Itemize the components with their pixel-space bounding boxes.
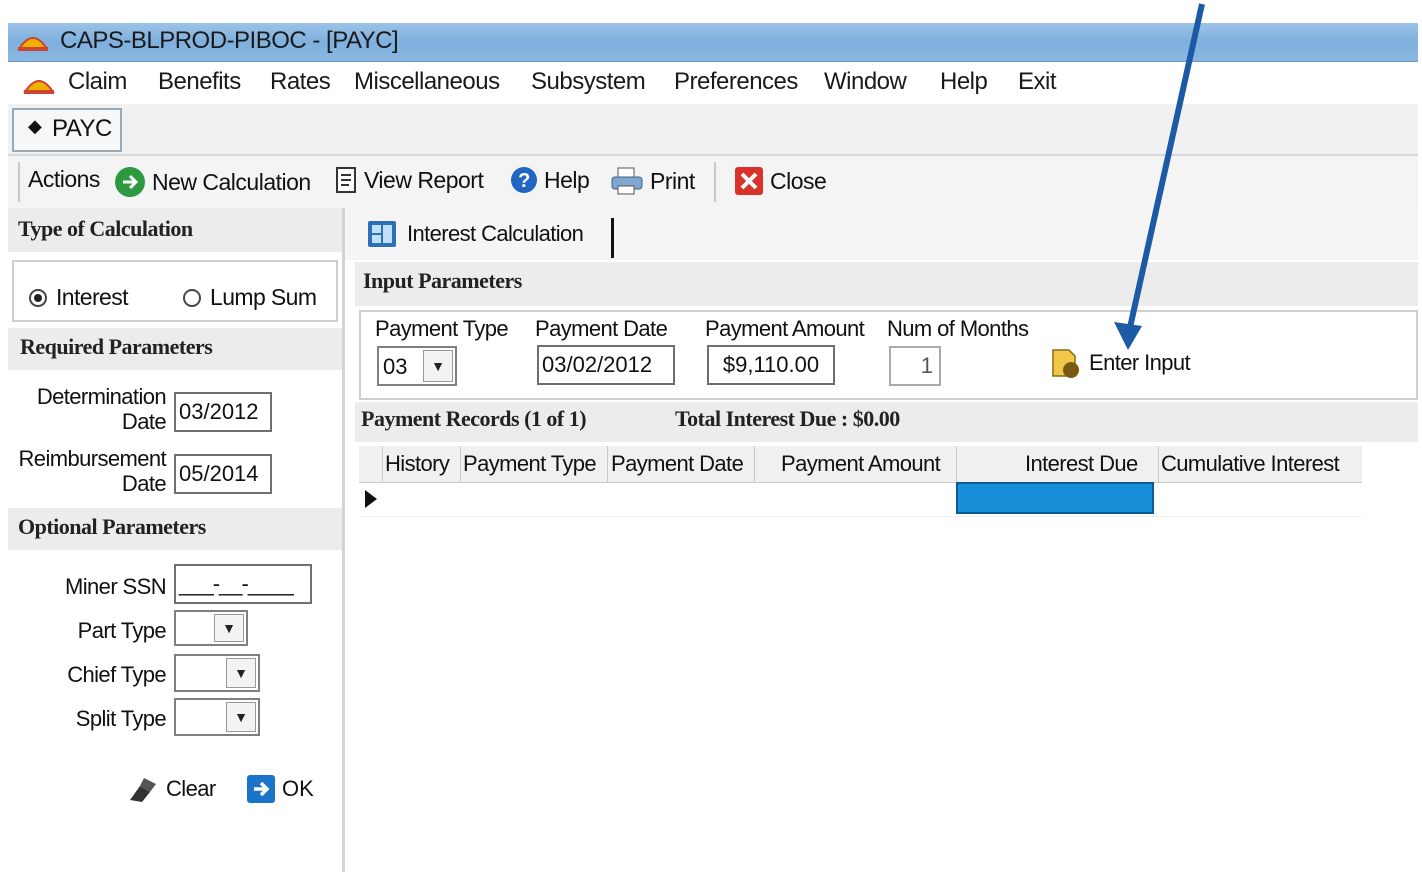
menu-claim[interactable]: Claim xyxy=(68,68,127,96)
radio-unselected-icon xyxy=(183,288,201,307)
new-calculation-icon xyxy=(115,167,145,197)
reimbursement-date-field[interactable]: 05/2014 xyxy=(174,454,272,494)
view-report-label: View Report xyxy=(364,166,484,193)
print-button[interactable]: Print xyxy=(610,166,695,196)
main-area: Interest Calculation Input Parameters Pa… xyxy=(345,208,1418,872)
payment-amount-field[interactable]: $9,110.00 xyxy=(707,345,835,385)
tab-interest-calculation-label: Interest Calculation xyxy=(407,221,584,246)
text-cursor xyxy=(611,218,614,258)
col-interest-due[interactable]: Interest Due xyxy=(1025,451,1138,477)
payment-date-field[interactable]: 03/02/2012 xyxy=(537,345,675,385)
ok-button[interactable]: OK xyxy=(246,774,314,804)
printer-icon xyxy=(611,167,643,195)
chief-type-select[interactable]: ▼ xyxy=(174,654,260,692)
close-button[interactable]: Close xyxy=(734,166,827,196)
actions-label: Actions xyxy=(28,166,100,192)
print-label: Print xyxy=(650,167,695,194)
ok-label: OK xyxy=(282,776,314,801)
chevron-down-icon[interactable]: ▼ xyxy=(214,614,244,642)
total-interest-due: Total Interest Due : $0.00 xyxy=(675,406,900,431)
help-icon: ? xyxy=(511,167,537,193)
radio-lump-sum-label: Lump Sum xyxy=(210,284,317,310)
input-parameters-header: Input Parameters xyxy=(363,268,522,293)
payment-records-header: Payment Records (1 of 1) xyxy=(361,406,587,431)
chevron-down-icon[interactable]: ▼ xyxy=(226,702,256,732)
radio-interest[interactable]: Interest xyxy=(28,284,129,311)
clear-button[interactable]: Clear xyxy=(126,774,216,804)
app-logo-icon xyxy=(23,80,55,94)
new-calculation-label: New Calculation xyxy=(152,168,311,195)
determination-date-field[interactable]: 03/2012 xyxy=(174,392,272,432)
table-row[interactable] xyxy=(359,482,1362,517)
payment-date-label: Payment Date xyxy=(535,316,668,341)
radio-interest-label: Interest xyxy=(56,284,129,310)
part-type-label: Part Type xyxy=(77,618,167,643)
num-of-months-label: Num of Months xyxy=(887,316,1029,341)
app-logo-icon xyxy=(17,37,49,51)
radio-lump-sum[interactable]: Lump Sum xyxy=(182,284,317,311)
menu-miscellaneous[interactable]: Miscellaneous xyxy=(354,68,500,96)
window-title: CAPS-BLPROD-PIBOC - [PAYC] xyxy=(60,27,399,54)
col-payment-date[interactable]: Payment Date xyxy=(611,451,744,477)
miner-ssn-field[interactable]: ___-__-____ xyxy=(174,564,312,604)
close-label: Close xyxy=(770,167,827,194)
chevron-down-icon[interactable]: ▼ xyxy=(226,658,256,688)
menu-benefits[interactable]: Benefits xyxy=(158,68,241,96)
menu-rates[interactable]: Rates xyxy=(270,68,331,96)
clear-label: Clear xyxy=(166,776,216,801)
required-parameters-header: Required Parameters xyxy=(20,334,213,359)
svg-text:?: ? xyxy=(518,170,530,192)
selected-cell[interactable] xyxy=(956,482,1154,514)
left-panel: Type of Calculation Interest Lump Sum Re… xyxy=(8,208,345,872)
new-calculation-button[interactable]: New Calculation xyxy=(114,166,311,198)
diamond-icon: ◆ xyxy=(28,116,42,136)
tab-payc[interactable]: ◆ PAYC xyxy=(12,108,122,152)
determination-date-label: Determination Date xyxy=(36,384,167,434)
chevron-down-icon[interactable]: ▼ xyxy=(423,350,453,382)
reimbursement-date-label: Reimbursement Date xyxy=(18,446,167,496)
close-icon xyxy=(735,167,763,195)
menu-exit[interactable]: Exit xyxy=(1018,68,1057,96)
col-payment-amount[interactable]: Payment Amount xyxy=(781,451,941,477)
row-pointer-icon xyxy=(365,490,377,508)
num-of-months-field[interactable]: 1 xyxy=(889,346,941,386)
enter-input-icon xyxy=(1052,349,1079,378)
ok-arrow-icon xyxy=(247,775,275,803)
view-report-button[interactable]: View Report xyxy=(334,166,484,194)
miner-ssn-label: Miner SSN xyxy=(65,574,167,599)
col-history[interactable]: History xyxy=(385,451,450,477)
menu-preferences[interactable]: Preferences xyxy=(674,68,798,96)
tab-payc-label: PAYC xyxy=(52,115,112,142)
radio-selected-icon xyxy=(29,288,47,307)
payment-amount-label: Payment Amount xyxy=(705,316,865,341)
tab-interest-calculation[interactable]: Interest Calculation xyxy=(367,220,584,248)
type-of-calculation-header: Type of Calculation xyxy=(18,216,193,241)
calculator-icon xyxy=(368,221,396,247)
optional-parameters-header: Optional Parameters xyxy=(18,514,206,539)
part-type-select[interactable]: ▼ xyxy=(174,610,248,646)
eraser-icon xyxy=(130,778,156,802)
menu-help[interactable]: Help xyxy=(940,68,988,96)
payment-type-label: Payment Type xyxy=(375,316,509,341)
split-type-label: Split Type xyxy=(75,706,167,731)
chief-type-label: Chief Type xyxy=(67,662,166,687)
annotation-arrow-icon xyxy=(1114,3,1205,350)
help-label: Help xyxy=(544,166,590,193)
menu-subsystem[interactable]: Subsystem xyxy=(531,68,646,96)
menu-window[interactable]: Window xyxy=(824,68,907,96)
payment-type-value: 03 xyxy=(383,354,408,379)
report-icon xyxy=(336,167,356,193)
col-payment-type[interactable]: Payment Type xyxy=(463,451,597,477)
help-button[interactable]: ? Help xyxy=(510,166,590,194)
split-type-select[interactable]: ▼ xyxy=(174,698,260,736)
payment-type-select[interactable]: 03 ▼ xyxy=(377,346,457,386)
col-cumulative-interest[interactable]: Cumulative Interest xyxy=(1161,451,1340,477)
